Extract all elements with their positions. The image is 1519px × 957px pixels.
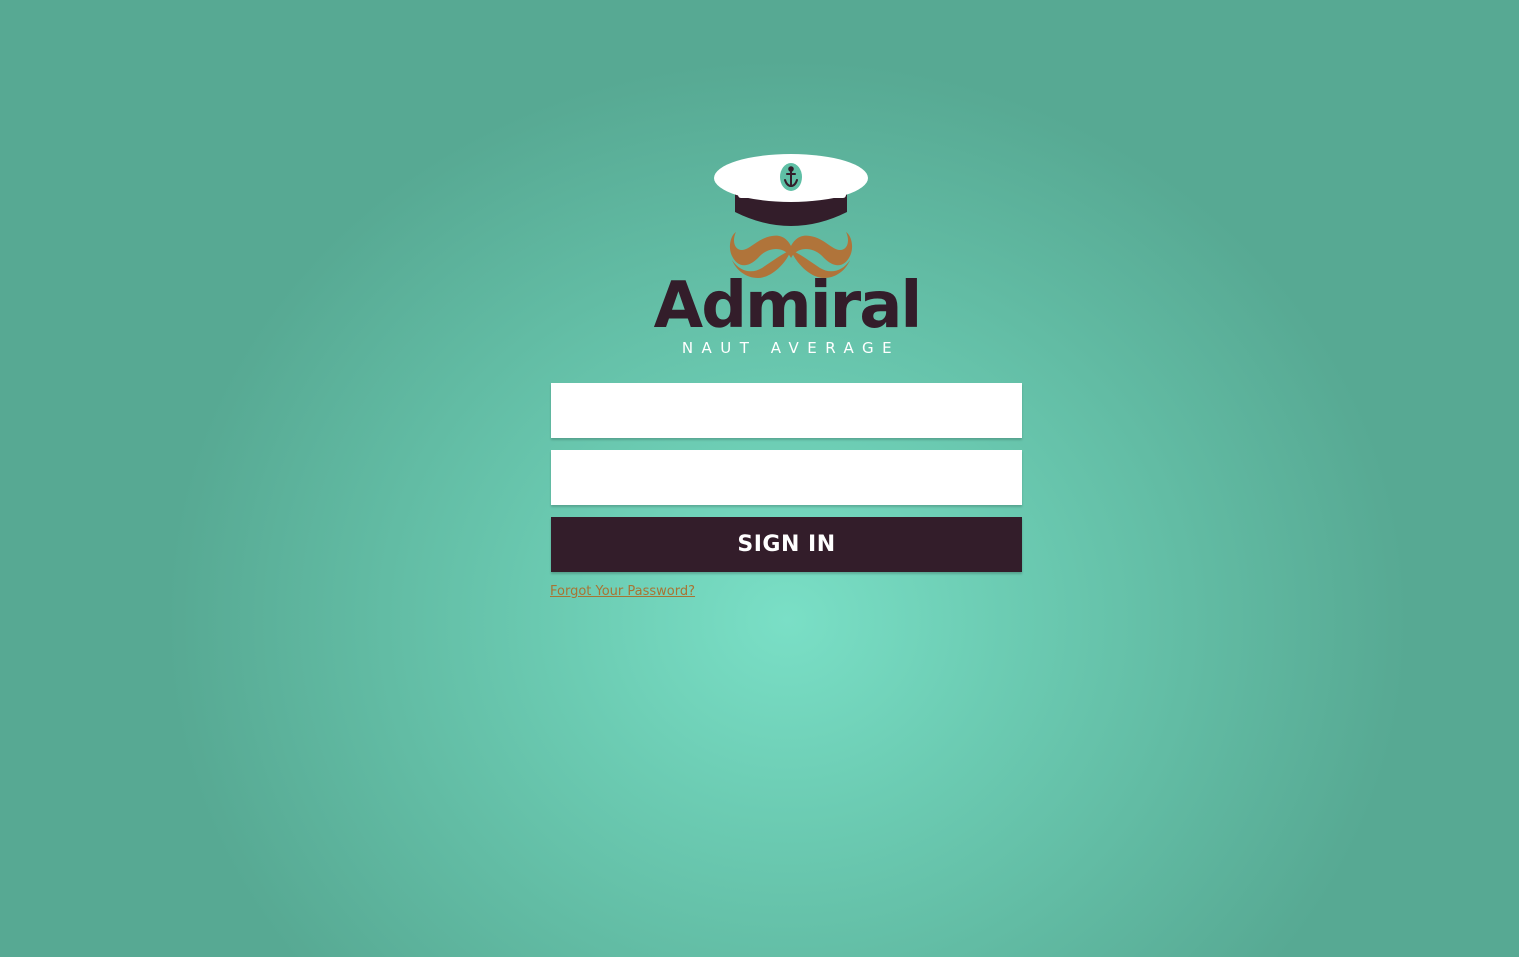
brand-name: Admiral xyxy=(653,269,923,343)
mustache-icon xyxy=(729,232,853,266)
password-input[interactable] xyxy=(551,450,1022,505)
username-input[interactable] xyxy=(551,383,1022,438)
forgot-password-link[interactable]: Forgot Your Password? xyxy=(550,583,695,601)
sign-in-button[interactable]: SIGN IN xyxy=(551,517,1022,572)
brand-tagline: NAUT AVERAGE xyxy=(681,339,901,357)
